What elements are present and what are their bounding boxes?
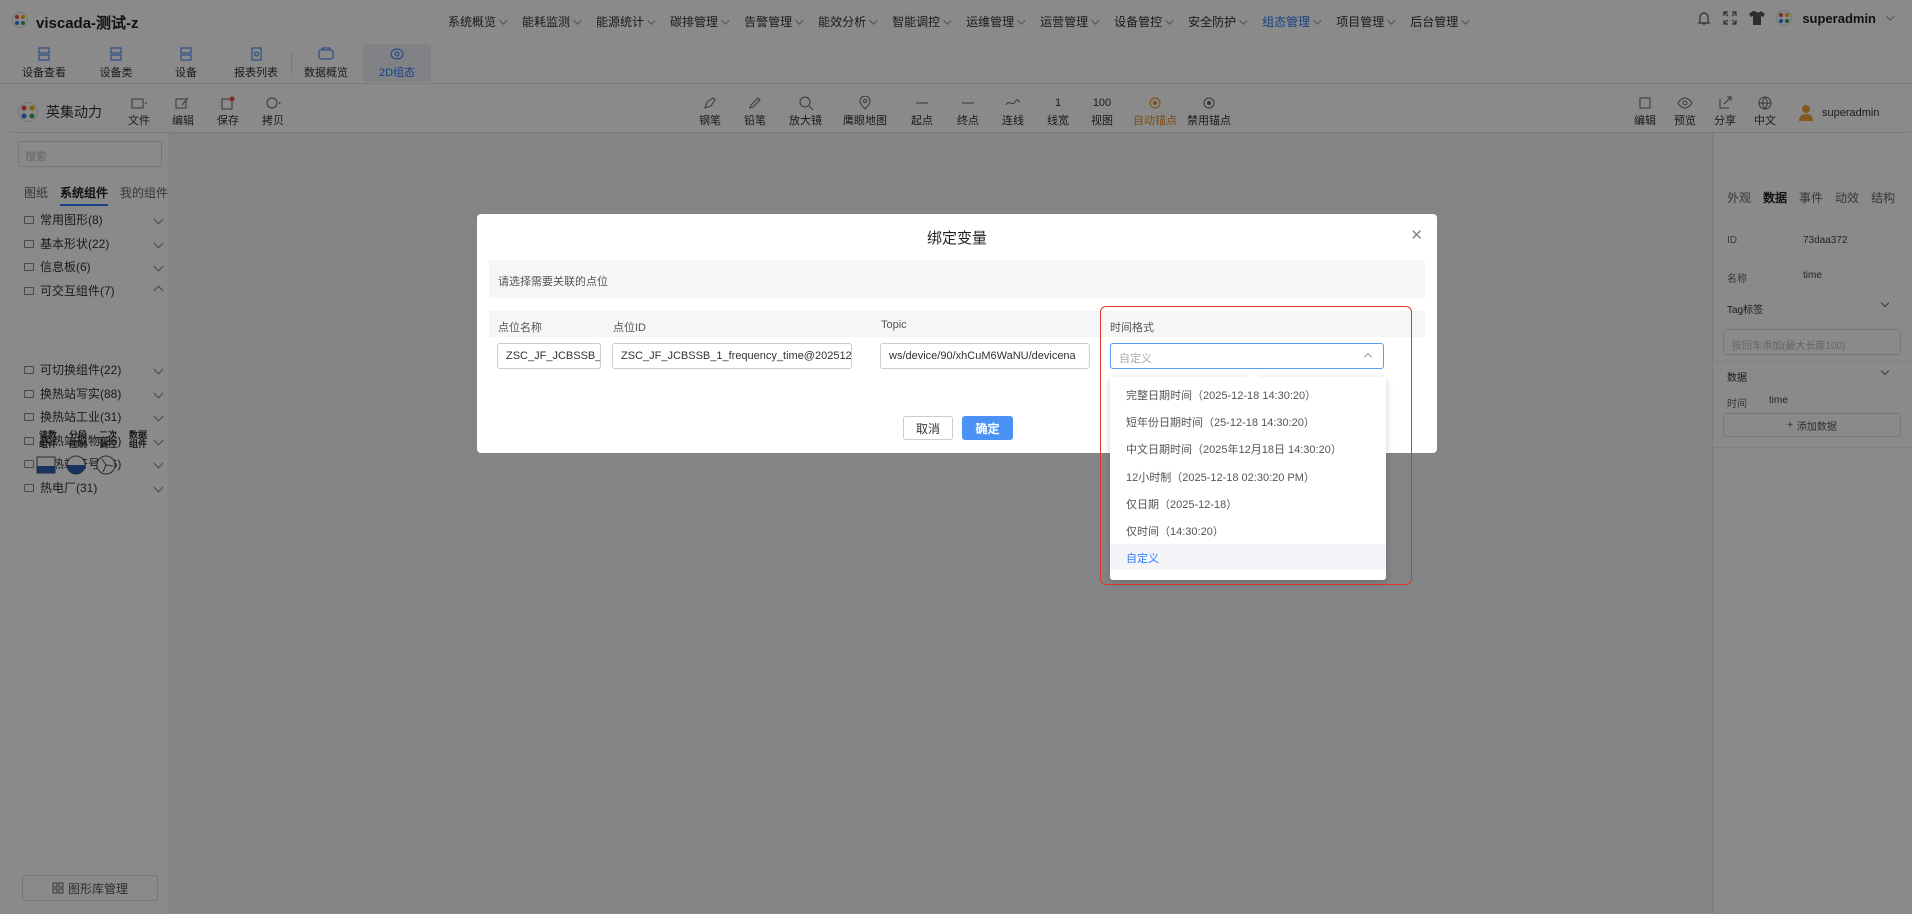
- dropdown-option[interactable]: 中文日期时间（2025年12月18日 14:30:20）: [1110, 435, 1386, 461]
- time-format-dropdown: 完整日期时间（2025-12-18 14:30:20） 短年份日期时间（25-12…: [1110, 377, 1386, 580]
- dropdown-option[interactable]: 短年份日期时间（25-12-18 14:30:20）: [1110, 408, 1386, 434]
- dropdown-option[interactable]: 仅日期（2025-12-18）: [1110, 490, 1386, 516]
- cancel-button[interactable]: 取消: [903, 416, 953, 440]
- point-id-input[interactable]: ZSC_JF_JCBSSB_1_frequency_time@20251220: [612, 343, 852, 369]
- dialog-hint: 请选择需要关联的点位: [489, 260, 1425, 298]
- modal-overlay: [0, 0, 1912, 914]
- dropdown-option[interactable]: 仅时间（14:30:20）: [1110, 517, 1386, 543]
- point-name-input[interactable]: ZSC_JF_JCBSSB_1_: [497, 343, 601, 369]
- dropdown-option[interactable]: 自定义: [1110, 544, 1386, 571]
- dropdown-option[interactable]: 完整日期时间（2025-12-18 14:30:20）: [1110, 381, 1386, 407]
- confirm-button[interactable]: 确定: [962, 416, 1013, 440]
- dialog-title: 绑定变量: [926, 230, 987, 247]
- column-topic: Topic: [881, 319, 907, 331]
- topic-input[interactable]: ws/device/90/xhCuM6WaNU/devicena: [880, 343, 1090, 369]
- close-icon[interactable]: ✕: [1410, 226, 1423, 244]
- column-point-name: 点位名称: [498, 322, 542, 334]
- column-point-id: 点位ID: [613, 322, 646, 334]
- dropdown-option[interactable]: 12小时制（2025-12-18 02:30:20 PM）: [1110, 463, 1386, 489]
